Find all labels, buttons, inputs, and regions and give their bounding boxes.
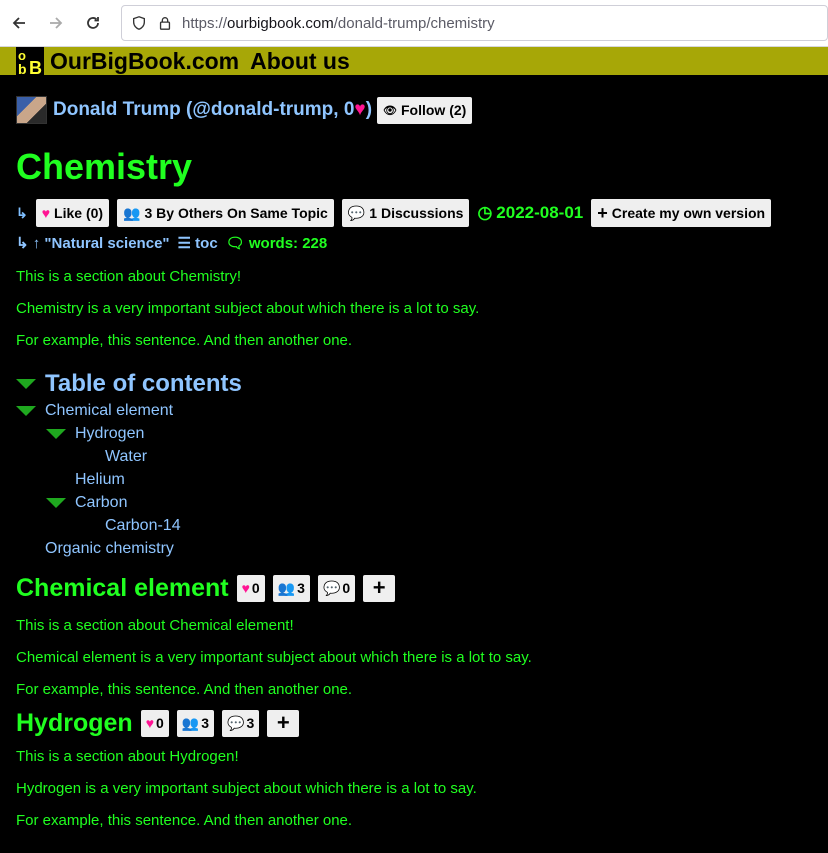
- toc-list: Chemical element Hydrogen Water Helium C…: [16, 399, 812, 560]
- eye-icon: 👁: [383, 104, 397, 117]
- discussions-button[interactable]: 💬 0: [317, 574, 356, 602]
- create-version-button[interactable]: +: [267, 709, 300, 737]
- collapse-triangle-icon[interactable]: [16, 405, 36, 416]
- paragraph: For example, this sentence. And then ano…: [16, 332, 353, 349]
- others-button[interactable]: 👥 3: [272, 574, 310, 602]
- return-arrow-icon[interactable]: ↳: [16, 205, 28, 222]
- users-icon: 👥: [181, 714, 200, 731]
- page-title: Chemistry: [16, 146, 193, 187]
- article-body: This is a section about Chemistry! Chemi…: [16, 267, 812, 351]
- paragraph: This is a section about Chemistry!: [16, 268, 242, 285]
- paragraph: For example, this sentence. And then ano…: [16, 812, 353, 829]
- forward-arrow-icon: [50, 17, 63, 29]
- others-button[interactable]: 👥 3: [176, 709, 215, 737]
- site-logo[interactable]: o b B: [16, 47, 44, 78]
- like-button[interactable]: ♥ Like (0): [35, 199, 110, 227]
- back-button[interactable]: [1, 5, 37, 41]
- about-link[interactable]: About us: [250, 48, 350, 75]
- toc-item-water[interactable]: Water: [16, 445, 812, 468]
- discussions-button[interactable]: 💬 1 Discussions: [341, 199, 470, 227]
- lock-icon[interactable]: [156, 14, 174, 32]
- site-header: o b B OurBigBook.com About us: [0, 47, 828, 78]
- heart-icon: ♥: [41, 205, 51, 221]
- heart-icon: ♥: [241, 580, 250, 596]
- avatar[interactable]: [16, 96, 47, 124]
- speech-bubble-icon: 🗨: [225, 235, 245, 252]
- toc-item-carbon-14[interactable]: Carbon-14: [16, 514, 812, 537]
- users-icon: 👥: [277, 579, 296, 596]
- paragraph: Chemistry is a very important subject ab…: [16, 300, 480, 317]
- reload-icon: [87, 17, 99, 29]
- collapse-triangle-icon[interactable]: [46, 497, 66, 508]
- others-same-topic-button[interactable]: 👥 3 By Others On Same Topic: [117, 199, 334, 227]
- section-body-chemical-element: This is a section about Chemical element…: [16, 616, 812, 700]
- paragraph: For example, this sentence. And then ano…: [16, 681, 353, 698]
- paragraph: This is a section about Hydrogen!: [16, 748, 239, 765]
- parent-link[interactable]: ↳ ↑ "Natural science": [16, 234, 170, 252]
- paragraph: Chemical element is a very important sub…: [16, 649, 532, 666]
- brand-link[interactable]: OurBigBook.com: [50, 48, 239, 75]
- users-icon: 👥: [123, 204, 141, 221]
- create-version-button[interactable]: + Create my own version: [591, 199, 772, 227]
- plus-icon: +: [276, 710, 290, 735]
- like-button[interactable]: ♥ 0: [236, 574, 265, 602]
- svg-text:b: b: [18, 61, 27, 75]
- svg-text:B: B: [29, 58, 42, 75]
- heart-icon: ♥: [354, 99, 366, 120]
- section-title[interactable]: Hydrogen: [16, 709, 133, 738]
- collapse-triangle-icon[interactable]: [46, 428, 66, 439]
- section-header-hydrogen: Hydrogen ♥ 0 👥 3 💬 3 +: [16, 707, 812, 739]
- word-count: 🗨 words: 228: [225, 235, 328, 252]
- discussions-button[interactable]: 💬 3: [222, 709, 260, 737]
- back-arrow-icon: [12, 17, 25, 29]
- plus-icon: +: [372, 575, 386, 600]
- plus-icon: +: [597, 203, 608, 223]
- address-bar[interactable]: https://ourbigbook.com/donald-trump/chem…: [121, 5, 828, 41]
- toc-item-chemical-element[interactable]: Chemical element: [16, 399, 812, 422]
- section-body-hydrogen: This is a section about Hydrogen! Hydrog…: [16, 747, 812, 831]
- toc-link[interactable]: ☰ toc: [178, 234, 218, 252]
- collapse-triangle-icon[interactable]: [16, 379, 36, 389]
- article-date: ◷ 2022-08-01: [477, 203, 584, 222]
- toc-item-organic-chemistry[interactable]: Organic chemistry: [16, 537, 812, 560]
- section-title[interactable]: Chemical element: [16, 574, 229, 603]
- paragraph: Hydrogen is a very important subject abo…: [16, 780, 477, 797]
- comment-icon: 💬: [227, 714, 245, 731]
- comment-icon: 💬: [322, 579, 341, 596]
- author-link[interactable]: Donald Trump (@donald-trump, 0♥): [53, 99, 372, 121]
- comment-icon: 💬: [347, 204, 366, 221]
- url-text: https://ourbigbook.com/donald-trump/chem…: [182, 14, 495, 32]
- follow-button[interactable]: 👁 Follow (2): [377, 96, 473, 124]
- toc-item-hydrogen[interactable]: Hydrogen: [16, 422, 812, 445]
- create-version-button[interactable]: +: [363, 574, 396, 602]
- toc-item-helium[interactable]: Helium: [16, 468, 812, 491]
- author-row: Donald Trump (@donald-trump, 0♥) 👁 Follo…: [16, 95, 812, 125]
- shield-icon[interactable]: [130, 14, 148, 32]
- paragraph: This is a section about Chemical element…: [16, 617, 294, 634]
- like-button[interactable]: ♥ 0: [140, 709, 169, 737]
- toc-header[interactable]: Table of contents: [16, 370, 812, 397]
- article-nav-row: ↳ ↑ "Natural science" ☰ toc 🗨 words: 228: [16, 231, 812, 255]
- section-header-chemical-element: Chemical element ♥ 0 👥 3 💬 0 +: [16, 572, 812, 604]
- browser-toolbar: https://ourbigbook.com/donald-trump/chem…: [0, 0, 828, 47]
- article-meta-row: ↳ ♥ Like (0) 👥 3 By Others On Same Topic…: [16, 199, 812, 227]
- forward-button[interactable]: [38, 5, 74, 41]
- clock-icon: ◷: [477, 203, 493, 222]
- heart-icon: ♥: [145, 715, 154, 731]
- reload-button[interactable]: [75, 5, 111, 41]
- toc-item-carbon[interactable]: Carbon: [16, 491, 812, 514]
